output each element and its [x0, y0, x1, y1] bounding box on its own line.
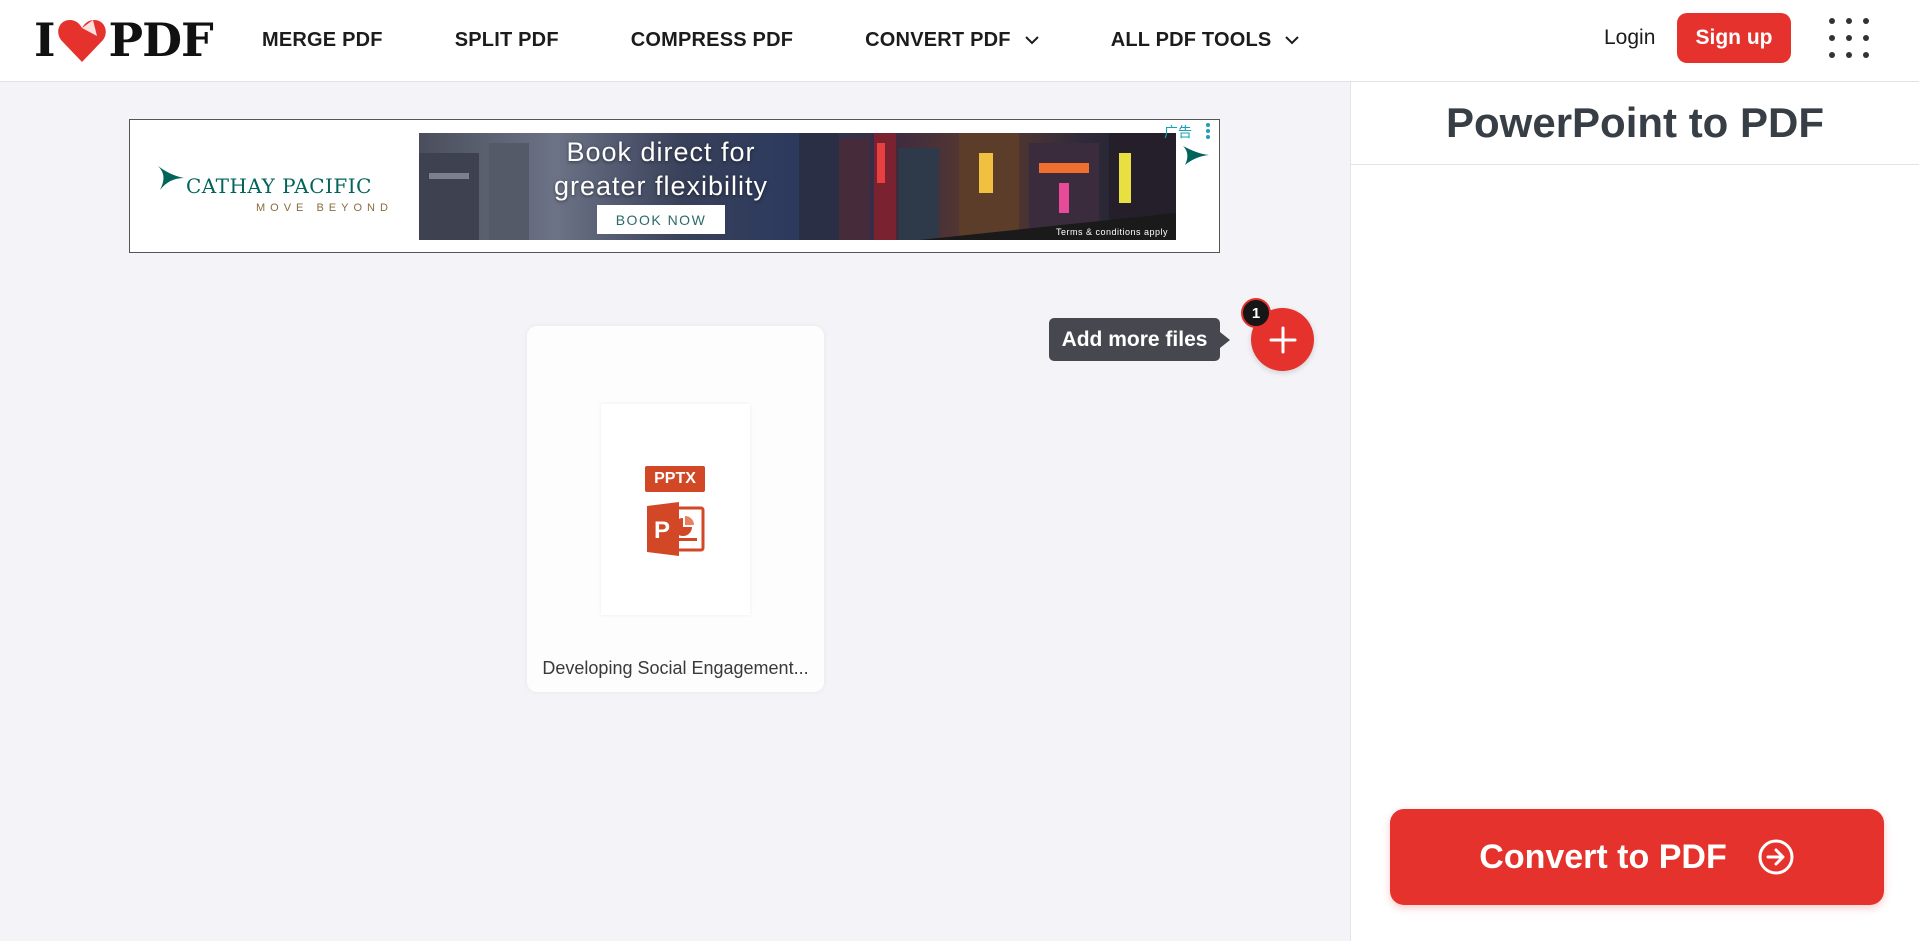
ad-book-now-button[interactable]: BOOK NOW [597, 205, 725, 234]
convert-to-pdf-button[interactable]: Convert to PDF [1390, 809, 1884, 905]
login-link[interactable]: Login [1604, 26, 1655, 50]
ad-options-icon[interactable] [1206, 123, 1210, 139]
nav-convert-pdf[interactable]: CONVERT PDF [865, 29, 1039, 52]
ad-city-image: Book direct for greater flexibility BOOK… [419, 133, 1176, 240]
ad-headline: Book direct for greater flexibility [531, 135, 791, 203]
signup-button[interactable]: Sign up [1677, 13, 1791, 63]
plus-icon [1269, 326, 1296, 353]
ad-brand-arrow-icon [1183, 146, 1209, 165]
chevron-down-icon [1024, 36, 1039, 45]
main-nav: MERGE PDF SPLIT PDF COMPRESS PDF CONVERT… [262, 0, 1371, 80]
heart-logo-icon [57, 20, 106, 62]
tool-title: PowerPoint to PDF [1351, 82, 1919, 165]
nav-label: ALL PDF TOOLS [1110, 28, 1272, 51]
ad-label[interactable]: 广告 [1164, 122, 1192, 142]
arrow-right-circle-icon [1758, 839, 1794, 875]
options-sidebar: PowerPoint to PDF Convert to PDF [1350, 82, 1919, 941]
nav-label: SPLIT PDF [454, 28, 559, 51]
logo-text-i: I [34, 13, 56, 67]
file-card[interactable]: PPTX P Developing Social Engagement... [527, 326, 824, 692]
ad-banner[interactable]: CATHAY PACIFIC MOVE BEYOND Book direct f… [129, 119, 1220, 253]
nav-label: MERGE PDF [262, 28, 383, 51]
top-header: I PDF MERGE PDF SPLIT PDF COMPRESS PDF C… [0, 0, 1919, 82]
chevron-down-icon [1285, 36, 1300, 45]
ad-headline-line2: greater flexibility [553, 171, 769, 201]
powerpoint-icon: P [647, 502, 705, 556]
ad-brand-name: CATHAY PACIFIC [186, 174, 372, 198]
ad-brand: CATHAY PACIFIC MOVE BEYOND [156, 162, 406, 222]
nav-all-pdf-tools[interactable]: ALL PDF TOOLS [1111, 29, 1300, 52]
file-count-badge: 1 [1241, 298, 1271, 328]
ad-brand-tagline: MOVE BEYOND [256, 202, 393, 214]
nav-compress-pdf[interactable]: COMPRESS PDF [631, 29, 793, 52]
nav-split-pdf[interactable]: SPLIT PDF [455, 29, 559, 52]
nav-label: CONVERT PDF [865, 28, 1011, 51]
file-ext-badge: PPTX [645, 466, 705, 492]
convert-label: Convert to PDF [1479, 837, 1727, 876]
svg-text:P: P [654, 517, 670, 544]
ad-terms: Terms & conditions apply [1055, 227, 1168, 237]
ilovepdf-logo[interactable]: I PDF [34, 13, 214, 67]
nav-label: COMPRESS PDF [630, 28, 794, 51]
add-more-files-tooltip: Add more files [1049, 318, 1230, 361]
apps-grid-icon[interactable] [1829, 18, 1869, 58]
logo-text-pdf: PDF [108, 13, 214, 67]
file-thumbnail: PPTX P [601, 404, 750, 615]
file-name: Developing Social Engagement... [542, 658, 809, 678]
ad-headline-line1: Book direct for [566, 137, 756, 167]
cathay-brushwing-icon [158, 166, 184, 190]
nav-merge-pdf[interactable]: MERGE PDF [262, 29, 383, 52]
